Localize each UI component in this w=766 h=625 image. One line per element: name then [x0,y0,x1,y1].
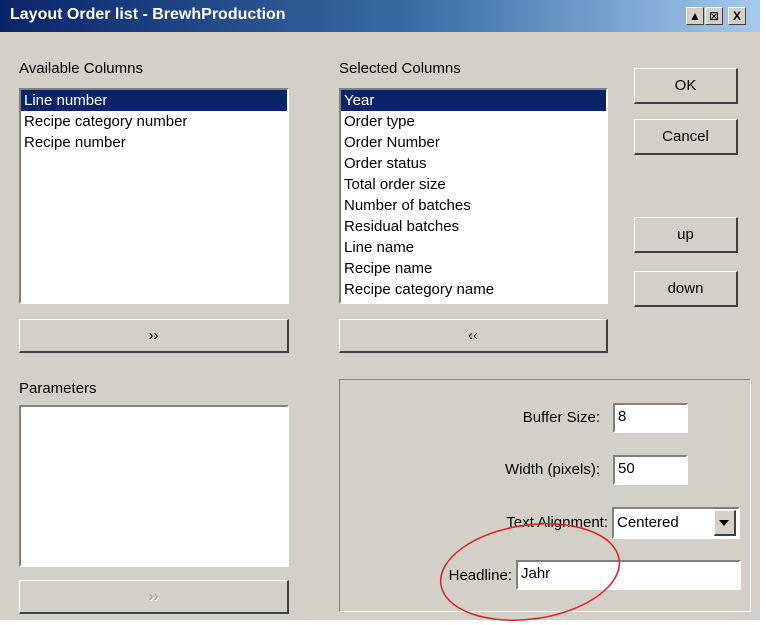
close-icon[interactable]: X [728,7,746,25]
minimize-icon[interactable]: ▲ [686,7,704,25]
available-column-item[interactable]: Line number [21,90,287,111]
parameters-list[interactable] [19,405,289,567]
selected-column-item[interactable]: Recipe name [341,258,606,279]
chevron-down-icon[interactable] [714,510,736,536]
selected-column-item[interactable]: Line name [341,237,606,258]
selected-columns-label: Selected Columns [339,60,461,77]
cancel-button[interactable]: Cancel [634,119,738,155]
title-bar[interactable]: Layout Order list - BrewhProduction ▲ ⊠ … [0,0,760,32]
selected-column-item[interactable]: Order type [341,111,606,132]
selected-column-item[interactable]: Residual batches [341,216,606,237]
selected-column-item[interactable]: Order Number [341,132,606,153]
available-columns-label: Available Columns [19,60,143,77]
selected-column-item[interactable]: Order status [341,153,606,174]
layout-order-list-dialog: Layout Order list - BrewhProduction ▲ ⊠ … [0,0,760,621]
width-pixels-label: Width (pixels): [504,461,600,478]
selected-column-item[interactable]: Recipe category name [341,279,606,300]
move-up-button[interactable]: up [634,217,738,253]
move-down-button[interactable]: down [634,271,738,307]
restore-icon[interactable]: ⊠ [705,7,723,25]
selected-column-item[interactable]: Year [341,90,606,111]
window-title: Layout Order list - BrewhProduction [10,6,286,23]
buffer-size-label: Buffer Size: [522,409,600,426]
add-column-button[interactable]: ›› [19,319,289,353]
selected-columns-list[interactable]: Year Order type Order Number Order status To… [339,88,608,304]
selected-column-item[interactable]: Total order size [341,174,606,195]
annotation-ellipse [439,523,621,621]
add-parameter-button[interactable]: ›› [19,580,289,614]
buffer-size-input[interactable]: 8 [613,403,688,433]
width-pixels-input[interactable]: 50 [613,455,688,485]
remove-column-button[interactable]: ‹‹ [339,319,608,353]
selected-column-item[interactable]: Number of batches [341,195,606,216]
parameters-label: Parameters [19,380,97,397]
ok-button[interactable]: OK [634,68,738,104]
available-column-item[interactable]: Recipe number [21,132,287,153]
available-columns-list[interactable]: Line number Recipe category number Recipe … [19,88,289,304]
available-column-item[interactable]: Recipe category number [21,111,287,132]
